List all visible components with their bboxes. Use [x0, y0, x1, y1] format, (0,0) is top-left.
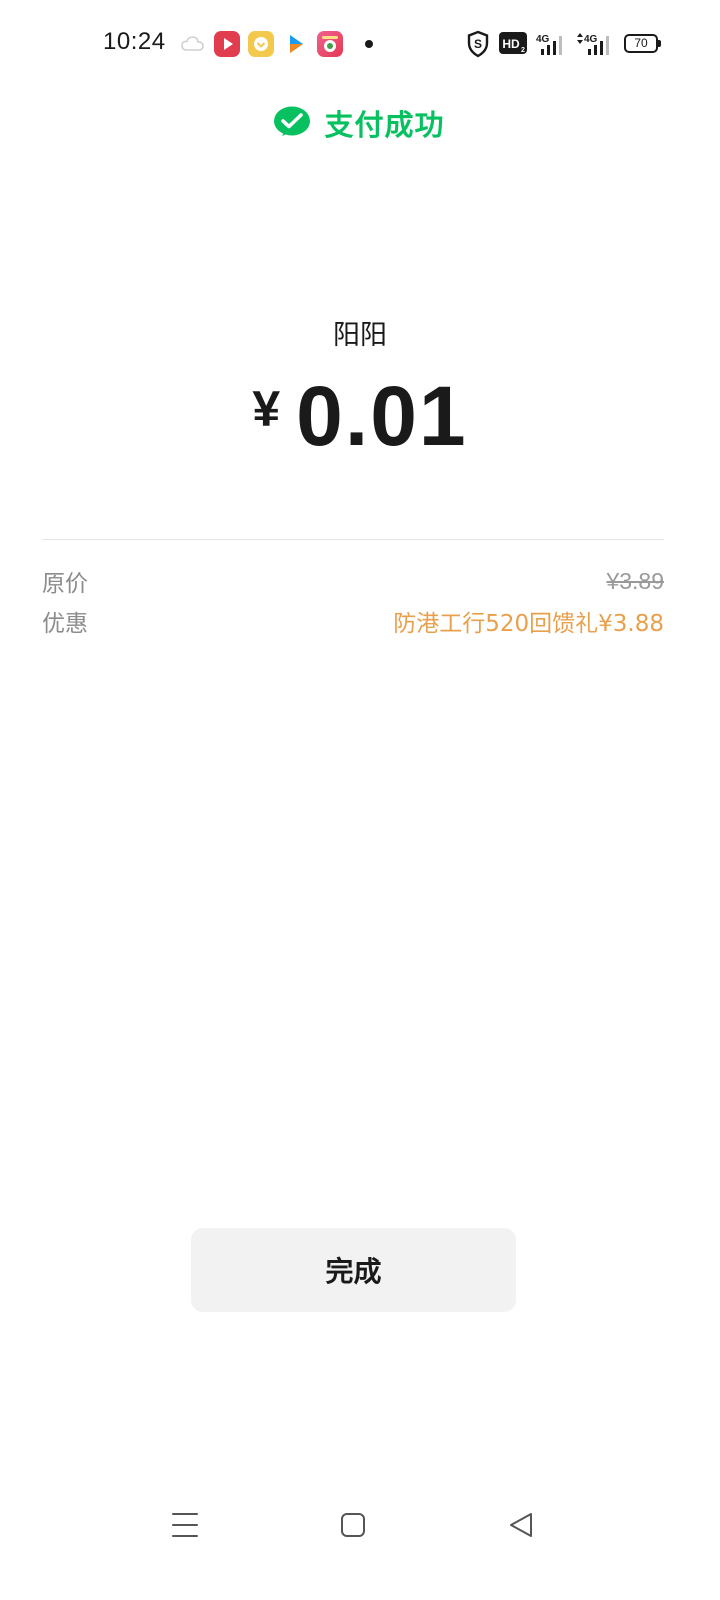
network-1-label: 4G: [536, 34, 550, 45]
svg-text:2: 2: [521, 47, 525, 54]
discount-value: 防港工行520回馈礼¥3.88: [393, 611, 664, 637]
amount-display: ¥ 0.01: [0, 370, 720, 462]
done-button[interactable]: 完成: [191, 1228, 516, 1312]
hd-label: HD: [502, 37, 520, 51]
shopping-app-icon: [248, 31, 274, 57]
discount-row: 优惠 防港工行520回馈礼¥3.88: [42, 604, 664, 638]
signal-4g-icon: 4G: [536, 34, 562, 55]
paid-amount: 0.01: [296, 369, 468, 463]
back-icon[interactable]: [507, 1510, 535, 1540]
svg-text:S: S: [474, 37, 482, 51]
weather-cloud-icon: [181, 36, 204, 51]
original-price-row: 原价 ¥3.89: [42, 564, 664, 598]
divider: [42, 539, 664, 540]
video-app-icon: [214, 31, 240, 57]
original-price-label: 原价: [42, 571, 88, 597]
payment-success-title: 支付成功: [324, 108, 445, 142]
network-2-label: 4G: [584, 34, 598, 45]
currency-symbol: ¥: [252, 381, 281, 437]
status-bar: 10:24 S HD 2 4G 4G 70: [0, 0, 720, 88]
original-price-value: ¥3.89: [606, 567, 664, 594]
battery-indicator: 70: [624, 34, 661, 53]
home-icon[interactable]: [339, 1510, 367, 1540]
discount-label: 优惠: [42, 611, 88, 637]
menu-icon[interactable]: [171, 1510, 199, 1540]
signal-4g-data-icon: 4G: [577, 33, 609, 55]
shopping-promo-app-icon: [317, 31, 343, 57]
security-shield-icon: S: [467, 30, 489, 58]
status-time: 10:24: [103, 28, 166, 55]
hd-voice-icon: HD 2: [499, 32, 527, 54]
payee-name: 阳阳: [333, 320, 387, 351]
play-app-icon: [290, 35, 303, 53]
payment-header: 支付成功: [0, 103, 720, 143]
wechat-pay-icon: [274, 106, 311, 136]
more-notifications-dot: [365, 40, 373, 48]
payment-success-screen: 10:24 S HD 2 4G 4G 70 支付成功 阳阳 ¥ 0.01 原价 …: [0, 0, 720, 1600]
